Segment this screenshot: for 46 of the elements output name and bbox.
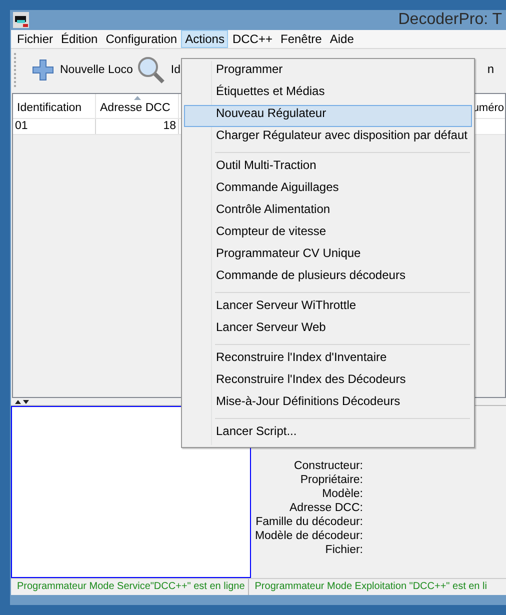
menu-item[interactable]: Mise-à-Jour Définitions Décodeurs <box>184 393 472 415</box>
menu-item[interactable]: Commande de plusieurs décodeurs <box>184 267 472 289</box>
menu-item[interactable]: Outil Multi-Traction <box>184 157 472 179</box>
table-cell: 01 <box>13 119 96 134</box>
toolbar-button[interactable]: Id <box>136 56 180 84</box>
expand-down-icon[interactable] <box>23 400 29 404</box>
field-label: Modèle: <box>322 487 363 501</box>
menu-item[interactable]: Lancer Serveur Web <box>184 319 472 341</box>
window-title: DecoderPro: T <box>398 11 503 29</box>
app-icon <box>13 12 29 28</box>
menu-item[interactable]: Compteur de vitesse <box>184 223 472 245</box>
menu-item[interactable]: Programmateur CV Unique <box>184 245 472 267</box>
field-label: Modèle de décodeur: <box>254 529 363 543</box>
field-label: Fichier: <box>325 543 363 557</box>
menu-item[interactable]: Étiquettes et Médias <box>184 83 472 105</box>
field-label: Propriétaire: <box>300 473 363 487</box>
expand-up-icon[interactable] <box>15 400 21 404</box>
toolbar-button[interactable]: Nouvelle Loco <box>32 59 133 81</box>
search-icon <box>138 57 164 84</box>
menu[interactable]: DCC++ <box>228 30 276 48</box>
status-text: Programmateur Mode Service"DCC++" est en ligne <box>11 579 249 595</box>
menu-item[interactable]: Lancer Script... <box>184 423 472 445</box>
field-label: Constructeur: <box>294 459 363 473</box>
menu[interactable]: Aide <box>326 30 358 48</box>
menu[interactable]: Fenêtre <box>276 30 326 48</box>
status-text: Programmateur Mode Exploitation "DCC++" est en li <box>254 580 487 594</box>
menu-item[interactable]: Charger Régulateur avec disposition par défaut <box>184 127 472 149</box>
table-cell: 18 <box>96 119 179 134</box>
menu-item[interactable]: Commande Aiguillages <box>184 179 472 201</box>
menu[interactable]: Édition <box>57 30 102 48</box>
menu[interactable]: Actions <box>181 30 228 48</box>
plus-icon <box>32 60 54 80</box>
sort-icon <box>134 96 141 100</box>
field-label: Famille du décodeur: <box>256 515 363 529</box>
column-header[interactable]: Identification <box>13 94 96 118</box>
menu-item[interactable]: Reconstruire l'Index des Décodeurs <box>184 371 472 393</box>
field-label: Adresse DCC: <box>290 501 363 515</box>
menu-item[interactable]: Nouveau Régulateur <box>184 105 472 127</box>
toolbar-label: n <box>487 62 494 76</box>
menu-item[interactable]: Contrôle Alimentation <box>184 201 472 223</box>
menu[interactable]: Fichier <box>13 30 58 48</box>
menu-item[interactable]: Programmer <box>184 61 472 83</box>
menu[interactable]: Configuration <box>102 30 182 48</box>
menu-item[interactable]: Lancer Serveur WiThrottle <box>184 297 472 319</box>
menu-item[interactable]: Reconstruire l'Index d'Inventaire <box>184 349 472 371</box>
column-header[interactable]: Adresse DCC <box>96 94 179 118</box>
